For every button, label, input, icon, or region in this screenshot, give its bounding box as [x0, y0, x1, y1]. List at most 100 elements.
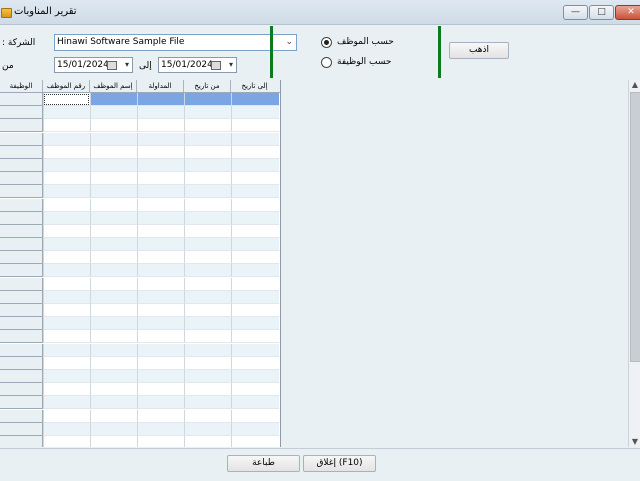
table-cell[interactable]	[231, 224, 279, 238]
table-row[interactable]	[0, 409, 280, 423]
table-cell[interactable]	[231, 277, 279, 291]
row-header-cell[interactable]	[0, 238, 43, 252]
table-cell[interactable]	[231, 145, 279, 159]
table-cell[interactable]	[184, 185, 231, 199]
table-cell[interactable]	[184, 290, 231, 304]
table-cell[interactable]	[231, 343, 279, 357]
table-cell[interactable]	[43, 317, 90, 331]
table-cell[interactable]	[137, 369, 184, 383]
row-header-cell[interactable]	[0, 409, 43, 423]
table-row[interactable]	[0, 422, 280, 436]
table-cell[interactable]	[184, 369, 231, 383]
vertical-scrollbar[interactable]: ▲ ▼	[628, 80, 640, 447]
table-cell[interactable]	[137, 93, 184, 106]
table-cell[interactable]	[43, 132, 90, 146]
table-cell[interactable]	[231, 290, 279, 304]
from-date-picker[interactable]: 15/01/2024 ▾	[54, 57, 133, 73]
close-button[interactable]: إغلاق (F10)	[303, 455, 376, 472]
table-row[interactable]	[0, 304, 280, 317]
table-cell[interactable]	[90, 277, 137, 291]
table-cell[interactable]	[90, 383, 137, 397]
table-cell[interactable]	[137, 356, 184, 370]
row-header-cell[interactable]	[0, 198, 43, 212]
table-cell[interactable]	[90, 409, 137, 423]
table-cell[interactable]	[90, 132, 137, 146]
table-cell[interactable]	[90, 211, 137, 225]
table-cell[interactable]	[43, 172, 90, 186]
table-cell[interactable]	[137, 185, 184, 199]
row-header-cell[interactable]	[0, 435, 43, 447]
to-date-picker[interactable]: 15/01/2024 ▾	[158, 57, 237, 73]
table-cell[interactable]	[137, 409, 184, 423]
table-cell[interactable]	[184, 158, 231, 172]
row-header-cell[interactable]	[0, 119, 43, 133]
table-row[interactable]	[0, 251, 280, 265]
table-cell[interactable]	[184, 383, 231, 397]
table-cell[interactable]	[43, 330, 90, 344]
row-header-cell[interactable]	[0, 317, 43, 331]
table-cell[interactable]	[43, 369, 90, 383]
table-cell[interactable]	[137, 435, 184, 447]
column-header-from-date[interactable]: من تاريخ	[183, 80, 230, 92]
table-cell[interactable]	[137, 224, 184, 238]
table-cell[interactable]	[184, 93, 231, 106]
table-cell[interactable]	[231, 93, 279, 106]
table-cell[interactable]	[231, 119, 279, 133]
table-cell[interactable]	[184, 211, 231, 225]
table-cell[interactable]	[90, 304, 137, 317]
table-row[interactable]	[0, 290, 280, 304]
table-row[interactable]	[0, 224, 280, 238]
table-cell[interactable]	[137, 145, 184, 159]
table-cell[interactable]	[90, 198, 137, 212]
table-cell[interactable]	[137, 119, 184, 133]
table-cell[interactable]	[43, 106, 90, 120]
table-cell[interactable]	[90, 330, 137, 344]
row-header-cell[interactable]	[0, 396, 43, 410]
table-cell[interactable]	[43, 422, 90, 436]
table-cell[interactable]	[184, 172, 231, 186]
table-cell[interactable]	[137, 343, 184, 357]
table-row[interactable]	[0, 264, 280, 278]
table-cell[interactable]	[184, 238, 231, 252]
table-row[interactable]	[0, 172, 280, 186]
table-cell[interactable]	[43, 396, 90, 410]
table-cell[interactable]	[184, 132, 231, 146]
table-row[interactable]	[0, 317, 280, 331]
table-cell[interactable]	[137, 330, 184, 344]
column-header-to-date[interactable]: إلى تاريخ	[230, 80, 278, 92]
table-cell[interactable]	[90, 435, 137, 447]
table-cell[interactable]	[184, 277, 231, 291]
close-window-button[interactable]: ✕	[615, 5, 640, 20]
table-cell[interactable]	[184, 356, 231, 370]
table-cell[interactable]	[90, 238, 137, 252]
table-row[interactable]	[0, 396, 280, 410]
table-cell[interactable]	[90, 369, 137, 383]
table-cell[interactable]	[184, 264, 231, 278]
table-row[interactable]	[0, 185, 280, 199]
table-cell[interactable]	[43, 251, 90, 265]
table-cell[interactable]	[184, 198, 231, 212]
table-cell[interactable]	[43, 409, 90, 423]
table-cell[interactable]	[90, 145, 137, 159]
table-cell[interactable]	[43, 304, 90, 317]
table-cell[interactable]	[137, 422, 184, 436]
table-cell[interactable]	[231, 409, 279, 423]
row-header-cell[interactable]	[0, 383, 43, 397]
table-cell[interactable]	[231, 172, 279, 186]
table-row[interactable]	[0, 93, 280, 106]
row-header-cell[interactable]	[0, 330, 43, 344]
table-row[interactable]	[0, 211, 280, 225]
table-cell[interactable]	[90, 185, 137, 199]
row-header-cell[interactable]	[0, 251, 43, 265]
table-cell[interactable]	[90, 356, 137, 370]
table-cell[interactable]	[43, 435, 90, 447]
table-cell[interactable]	[231, 211, 279, 225]
table-row[interactable]	[0, 198, 280, 212]
table-cell[interactable]	[231, 383, 279, 397]
column-header-shift[interactable]: المداولة	[136, 80, 183, 92]
table-cell[interactable]	[90, 317, 137, 331]
table-row[interactable]	[0, 106, 280, 120]
table-row[interactable]	[0, 132, 280, 146]
scrollbar-thumb[interactable]	[630, 92, 640, 362]
table-cell[interactable]	[184, 251, 231, 265]
